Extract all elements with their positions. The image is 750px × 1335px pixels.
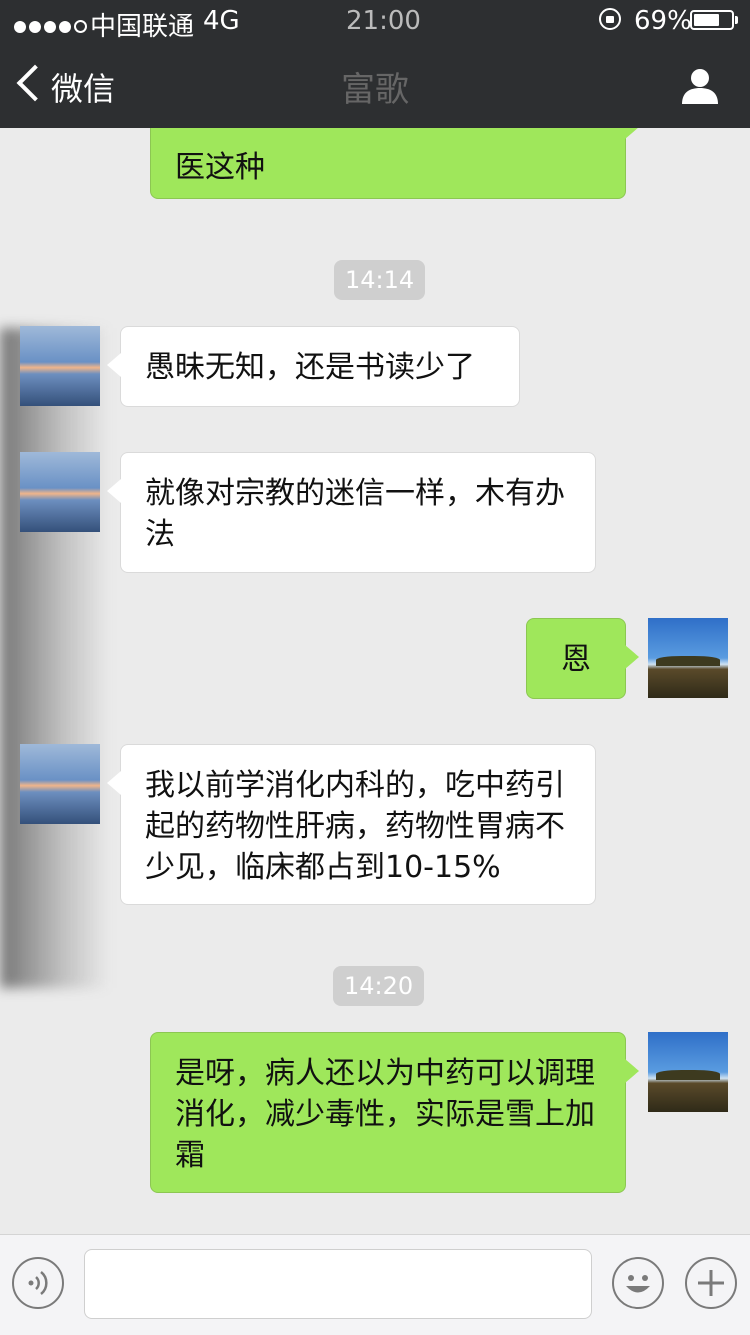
battery-level: [694, 14, 719, 26]
navigation-bar: 微信 富歌: [0, 40, 750, 128]
person-icon[interactable]: [680, 66, 720, 106]
rotation-lock-icon: [599, 8, 621, 30]
battery-percent: 69%: [634, 6, 692, 36]
message-bubble-incoming[interactable]: 我以前学消化内科的，吃中药引起的药物性肝病，药物性胃病不少见，临床都占到10-1…: [107, 744, 596, 905]
message-bubble-outgoing[interactable]: 恩: [526, 618, 639, 699]
message-bubble-outgoing[interactable]: 是呀，病人还以为中药可以调理消化，减少毒性，实际是雪上加霜: [150, 1032, 639, 1193]
message-text: 我以前学消化内科的，吃中药引起的药物性肝病，药物性胃病不少见，临床都占到10-1…: [145, 768, 565, 885]
header: 中国联通 4G 21:00 69% 微信 富歌: [0, 0, 750, 128]
message-bubble-incoming[interactable]: 愚昧无知，还是书读少了: [107, 326, 520, 407]
avatar[interactable]: [20, 452, 100, 532]
more-button[interactable]: [685, 1257, 737, 1309]
emoji-button[interactable]: [612, 1257, 664, 1309]
message-text: 愚昧无知，还是书读少了: [145, 350, 475, 385]
smiley-icon: [626, 1275, 650, 1293]
avatar[interactable]: [648, 618, 728, 698]
message-text: 就像对宗教的迷信一样，木有办法: [145, 476, 565, 552]
message-text: 医这种: [175, 150, 265, 185]
chat-area[interactable]: 医这种 14:14 愚昧无知，还是书读少了 就像对宗教的迷信一样，木有办法 恩 …: [0, 128, 750, 1234]
avatar[interactable]: [20, 326, 100, 406]
battery-icon: [690, 10, 734, 30]
status-bar: 中国联通 4G 21:00 69%: [0, 0, 750, 42]
message-input[interactable]: [84, 1249, 592, 1319]
status-time: 21:00: [346, 6, 421, 36]
plus-icon: [698, 1270, 724, 1296]
voice-button[interactable]: [12, 1257, 64, 1309]
ink-smudge-decoration: [0, 328, 110, 988]
avatar[interactable]: [648, 1032, 728, 1112]
carrier-name: 中国联通: [90, 12, 195, 42]
timestamp: 14:14: [334, 260, 426, 300]
message-text: 是呀，病人还以为中药可以调理消化，减少毒性，实际是雪上加霜: [175, 1056, 595, 1173]
message-text: 恩: [561, 642, 591, 677]
voice-icon: [28, 1271, 48, 1295]
avatar[interactable]: [20, 744, 100, 824]
network-type: 4G: [203, 6, 240, 36]
battery-tip: [735, 16, 738, 24]
signal-strength-icon: [14, 10, 90, 40]
input-bar: [0, 1234, 750, 1335]
timestamp: 14:20: [333, 966, 425, 1006]
message-bubble-incoming[interactable]: 就像对宗教的迷信一样，木有办法: [107, 452, 596, 573]
chat-title: 富歌: [341, 70, 409, 110]
message-bubble-outgoing[interactable]: 医这种: [150, 128, 639, 199]
